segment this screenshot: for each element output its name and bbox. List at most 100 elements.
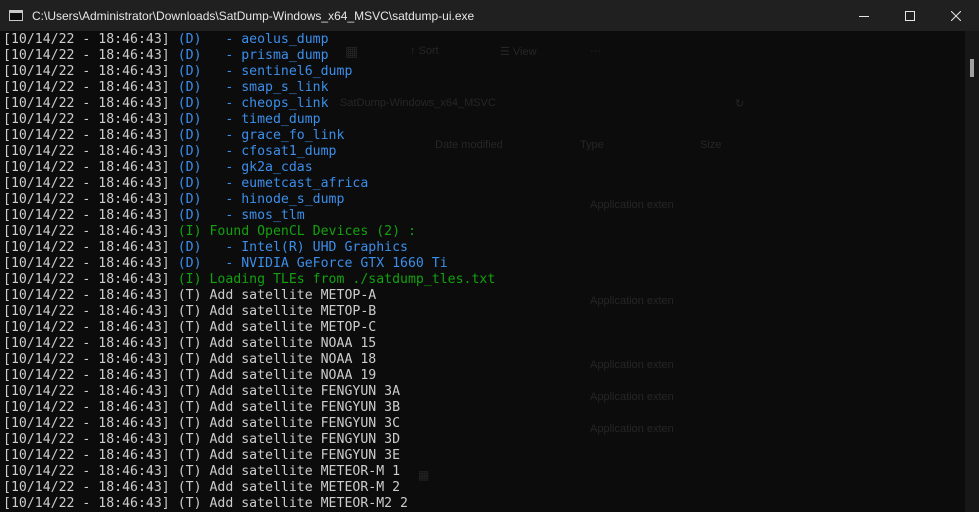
log-message: - NVIDIA GeForce GTX 1660 Ti [209, 256, 448, 271]
log-level: (D) [177, 160, 202, 175]
log-timestamp: [10/14/22 - 18:46:43] [3, 432, 170, 447]
log-message: Add satellite METEOR-M2 2 [209, 496, 408, 511]
console-line: [10/14/22 - 18:46:43] (D) - NVIDIA GeFor… [3, 256, 495, 272]
window-controls [841, 0, 979, 31]
log-timestamp: [10/14/22 - 18:46:43] [3, 224, 170, 239]
log-timestamp: [10/14/22 - 18:46:43] [3, 288, 170, 303]
log-timestamp: [10/14/22 - 18:46:43] [3, 80, 170, 95]
console-line: [10/14/22 - 18:46:43] (T) Add satellite … [3, 464, 495, 480]
log-timestamp: [10/14/22 - 18:46:43] [3, 64, 170, 79]
console-line: [10/14/22 - 18:46:43] (T) Add satellite … [3, 320, 495, 336]
log-timestamp: [10/14/22 - 18:46:43] [3, 48, 170, 63]
maximize-button[interactable] [887, 0, 933, 31]
log-timestamp: [10/14/22 - 18:46:43] [3, 272, 170, 287]
console-line: [10/14/22 - 18:46:43] (I) Found OpenCL D… [3, 224, 495, 240]
console-line: [10/14/22 - 18:46:43] (T) Add satellite … [3, 336, 495, 352]
log-level: (D) [177, 32, 202, 47]
console-line: [10/14/22 - 18:46:43] (T) Add satellite … [3, 400, 495, 416]
scrollbar-thumb[interactable] [970, 59, 974, 77]
log-message: Add satellite NOAA 18 [209, 352, 377, 367]
log-level: (D) [177, 240, 202, 255]
console-line: [10/14/22 - 18:46:43] (I) Loading TLEs f… [3, 272, 495, 288]
console-line: [10/14/22 - 18:46:43] (T) Add satellite … [3, 384, 495, 400]
console-line: [10/14/22 - 18:46:43] (D) - hinode_s_dum… [3, 192, 495, 208]
log-message: - timed_dump [209, 112, 321, 127]
log-level: (T) [177, 368, 202, 383]
console-line: [10/14/22 - 18:46:43] (D) - grace_fo_lin… [3, 128, 495, 144]
console-line: [10/14/22 - 18:46:43] (T) Add satellite … [3, 480, 495, 496]
vertical-scrollbar[interactable] [965, 31, 979, 512]
console-line: [10/14/22 - 18:46:43] (T) Add satellite … [3, 448, 495, 464]
log-message: - eumetcast_africa [209, 176, 369, 191]
log-level: (T) [177, 416, 202, 431]
log-timestamp: [10/14/22 - 18:46:43] [3, 320, 170, 335]
log-level: (I) [177, 272, 202, 287]
log-level: (T) [177, 496, 202, 511]
log-timestamp: [10/14/22 - 18:46:43] [3, 368, 170, 383]
log-message: Loading TLEs from ./satdump_tles.txt [209, 272, 496, 287]
log-timestamp: [10/14/22 - 18:46:43] [3, 208, 170, 223]
log-timestamp: [10/14/22 - 18:46:43] [3, 112, 170, 127]
log-message: Add satellite METOP-C [209, 320, 377, 335]
log-message: - smos_tlm [209, 208, 305, 223]
log-level: (D) [177, 192, 202, 207]
log-timestamp: [10/14/22 - 18:46:43] [3, 144, 170, 159]
console-line: [10/14/22 - 18:46:43] (D) - smap_s_link [3, 80, 495, 96]
log-message: Add satellite FENGYUN 3C [209, 416, 401, 431]
log-message: - Intel(R) UHD Graphics [209, 240, 408, 255]
log-message: - cheops_link [209, 96, 329, 111]
log-timestamp: [10/14/22 - 18:46:43] [3, 96, 170, 111]
log-timestamp: [10/14/22 - 18:46:43] [3, 256, 170, 271]
log-level: (D) [177, 128, 202, 143]
minimize-button[interactable] [841, 0, 887, 31]
console-line: [10/14/22 - 18:46:43] (D) - cheops_link [3, 96, 495, 112]
log-level: (T) [177, 464, 202, 479]
maximize-icon [905, 10, 915, 21]
log-level: (T) [177, 336, 202, 351]
log-timestamp: [10/14/22 - 18:46:43] [3, 352, 170, 367]
console-line: [10/14/22 - 18:46:43] (T) Add satellite … [3, 304, 495, 320]
log-level: (I) [177, 224, 202, 239]
log-level: (T) [177, 448, 202, 463]
log-level: (T) [177, 400, 202, 415]
log-level: (D) [177, 208, 202, 223]
log-message: Add satellite METEOR-M 2 [209, 480, 401, 495]
console-line: [10/14/22 - 18:46:43] (T) Add satellite … [3, 352, 495, 368]
log-message: Add satellite NOAA 15 [209, 336, 377, 351]
log-timestamp: [10/14/22 - 18:46:43] [3, 448, 170, 463]
log-message: - cfosat1_dump [209, 144, 337, 159]
log-message: - aeolus_dump [209, 32, 329, 47]
log-level: (D) [177, 176, 202, 191]
log-message: Add satellite METOP-A [209, 288, 377, 303]
log-message: - hinode_s_dump [209, 192, 345, 207]
log-message: - grace_fo_link [209, 128, 345, 143]
console-line: [10/14/22 - 18:46:43] (D) - Intel(R) UHD… [3, 240, 495, 256]
console-lines: [10/14/22 - 18:46:43] (D) - aeolus_dump [… [3, 32, 495, 512]
title-bar[interactable]: C:\Users\Administrator\Downloads\SatDump… [0, 0, 979, 31]
log-message: - prisma_dump [209, 48, 329, 63]
log-level: (T) [177, 384, 202, 399]
log-timestamp: [10/14/22 - 18:46:43] [3, 304, 170, 319]
log-level: (T) [177, 432, 202, 447]
window-title: C:\Users\Administrator\Downloads\SatDump… [32, 8, 475, 23]
log-message: - smap_s_link [209, 80, 329, 95]
log-message: Add satellite FENGYUN 3E [209, 448, 401, 463]
log-level: (D) [177, 96, 202, 111]
log-timestamp: [10/14/22 - 18:46:43] [3, 384, 170, 399]
console-line: [10/14/22 - 18:46:43] (D) - cfosat1_dump [3, 144, 495, 160]
log-timestamp: [10/14/22 - 18:46:43] [3, 464, 170, 479]
log-message: Add satellite FENGYUN 3A [209, 384, 401, 399]
close-icon [951, 10, 961, 21]
log-timestamp: [10/14/22 - 18:46:43] [3, 416, 170, 431]
console-line: [10/14/22 - 18:46:43] (T) Add satellite … [3, 368, 495, 384]
log-message: - gk2a_cdas [209, 160, 313, 175]
console-line: [10/14/22 - 18:46:43] (T) Add satellite … [3, 496, 495, 512]
console-output[interactable]: ▦ ↑ Sort ☰ View ··· SatDump-Windows_x64_… [0, 31, 965, 512]
log-message: Add satellite FENGYUN 3B [209, 400, 401, 415]
close-button[interactable] [933, 0, 979, 31]
log-timestamp: [10/14/22 - 18:46:43] [3, 400, 170, 415]
console-line: [10/14/22 - 18:46:43] (D) - gk2a_cdas [3, 160, 495, 176]
log-timestamp: [10/14/22 - 18:46:43] [3, 192, 170, 207]
console-line: [10/14/22 - 18:46:43] (T) Add satellite … [3, 288, 495, 304]
log-level: (D) [177, 256, 202, 271]
